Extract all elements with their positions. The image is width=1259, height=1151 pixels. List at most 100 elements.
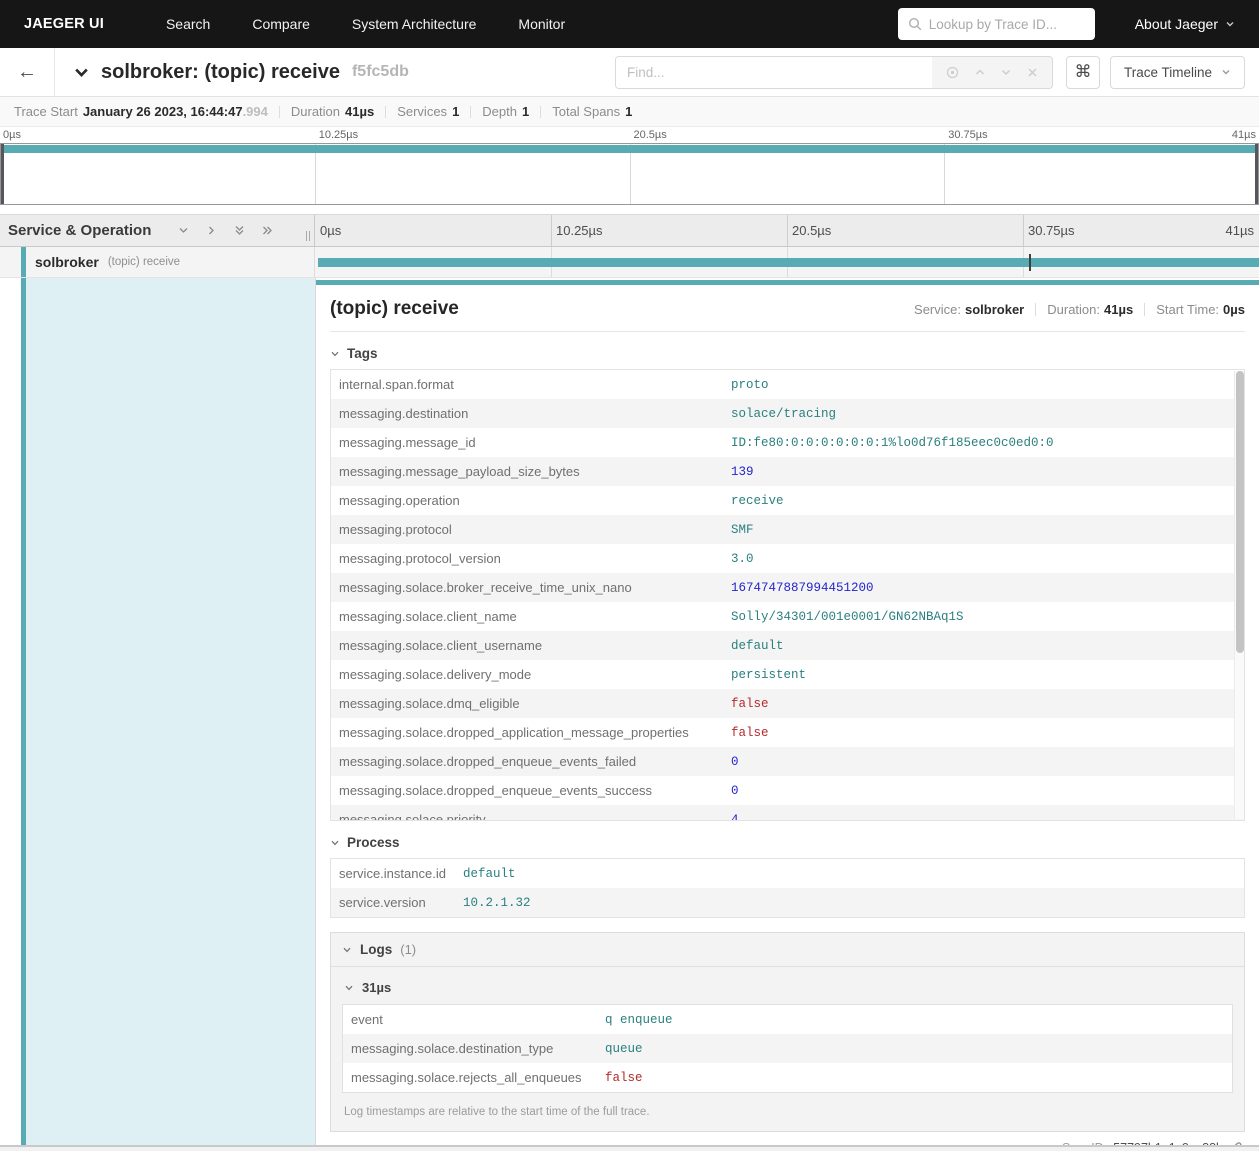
- span-color-accent: [21, 247, 26, 277]
- tag-key: messaging.solace.client_name: [339, 609, 517, 624]
- tags-table: internal.span.format proto messaging.des…: [330, 369, 1245, 821]
- next-match-icon[interactable]: [1000, 66, 1012, 78]
- deep-link-icon[interactable]: [1229, 1141, 1243, 1145]
- process-table: service.instance.id default service.vers…: [330, 858, 1245, 918]
- trace-title-wrap: solbroker: (topic) receive f5fc5db: [73, 61, 409, 84]
- log-fields-table: event q enqueue messaging.solace.destina…: [342, 1004, 1233, 1093]
- process-section-header[interactable]: Process: [330, 835, 1245, 850]
- span-duration-bar[interactable]: [318, 258, 1259, 267]
- gridline: [1023, 215, 1024, 246]
- tag-key: messaging.solace.broker_receive_time_uni…: [339, 580, 632, 595]
- tag-key: messaging.solace.dropped_enqueue_events_…: [339, 754, 637, 769]
- tag-row: messaging.message_id ID:fe80:0:0:0:0:0:0…: [331, 428, 1244, 457]
- log-field-value: q enqueue: [605, 1012, 673, 1027]
- log-field-value: queue: [605, 1041, 643, 1056]
- tag-key: messaging.operation: [339, 493, 460, 508]
- minimap-right-handle[interactable]: [1255, 144, 1258, 204]
- nav-item[interactable]: Monitor: [518, 16, 565, 32]
- nav-item[interactable]: System Architecture: [352, 16, 477, 32]
- find-input[interactable]: [615, 56, 932, 88]
- tags-section-header[interactable]: Tags: [330, 346, 1245, 361]
- tag-row: messaging.protocol SMF: [331, 515, 1244, 544]
- log-event-marker[interactable]: [1028, 254, 1031, 271]
- logs-section-header[interactable]: Logs (1): [331, 933, 1244, 967]
- spacer: [0, 205, 1259, 214]
- log-entry-timestamp: 31µs: [362, 980, 392, 995]
- trace-toolbar: ⌘ Trace Timeline: [614, 55, 1245, 89]
- tags-section-title: Tags: [347, 346, 378, 361]
- log-entry-header[interactable]: 31µs: [344, 980, 1233, 995]
- chevron-down-icon: [1221, 67, 1231, 77]
- nav-item[interactable]: Search: [166, 16, 210, 32]
- process-row: service.instance.id default: [331, 859, 1244, 888]
- log-field-value: false: [605, 1070, 643, 1085]
- span-detail-left-column[interactable]: [0, 278, 315, 1145]
- trace-start-value: January 26 2023, 16:44:47: [82, 104, 243, 119]
- tag-key: messaging.message_payload_size_bytes: [339, 464, 580, 479]
- nav-item[interactable]: Compare: [252, 16, 310, 32]
- minimap-left-handle[interactable]: [1, 144, 4, 204]
- tag-value: receive: [731, 493, 784, 508]
- tag-value: 139: [731, 464, 754, 479]
- tag-key: internal.span.format: [339, 377, 454, 392]
- back-arrow-icon: ←: [17, 60, 37, 83]
- tag-key: messaging.protocol: [339, 522, 452, 537]
- divider: [385, 105, 387, 118]
- span-operation-name: (topic) receive: [107, 256, 181, 268]
- tag-key: messaging.solace.priority: [339, 812, 486, 821]
- span-name-cell[interactable]: solbroker (topic) receive: [0, 247, 315, 277]
- column-resize-grip[interactable]: [306, 231, 310, 241]
- span-row[interactable]: solbroker (topic) receive: [0, 247, 1259, 278]
- process-value: 10.2.1.32: [463, 895, 531, 910]
- minimap-gridline: [943, 144, 945, 204]
- chevron-down-icon: [344, 983, 354, 993]
- tag-row: messaging.solace.client_username default: [331, 631, 1244, 660]
- chevron-down-icon: [342, 945, 352, 955]
- trace-id-lookup[interactable]: [897, 8, 1095, 40]
- trace-view-dropdown[interactable]: Trace Timeline: [1109, 55, 1245, 89]
- scrollbar-thumb[interactable]: [1236, 371, 1244, 654]
- back-button[interactable]: ←: [0, 48, 55, 96]
- start-time-label: Start Time:: [1156, 301, 1220, 317]
- minimap-canvas[interactable]: [0, 143, 1259, 205]
- expand-all-icon[interactable]: [261, 224, 274, 237]
- tag-row: messaging.operation receive: [331, 486, 1244, 515]
- collapse-one-icon[interactable]: [177, 224, 190, 237]
- tick-label: 0µs: [3, 129, 21, 141]
- collapse-controls: [177, 224, 274, 237]
- collapse-chevron-icon[interactable]: [73, 64, 90, 81]
- about-jaeger-menu[interactable]: About Jaeger: [1135, 16, 1235, 32]
- page-bottom-edge: [0, 1146, 1259, 1151]
- span-bar-cell[interactable]: [315, 247, 1259, 277]
- tick-label: 20.5µs: [633, 129, 667, 141]
- process-value: default: [463, 866, 516, 881]
- span-detail-footer: SpanID: 57797b1a1c9ec88b: [330, 1132, 1245, 1145]
- log-field-key: event: [351, 1012, 383, 1027]
- tag-value: 3.0: [731, 551, 754, 566]
- service-value: solbroker: [965, 301, 1025, 317]
- span-id-label: SpanID:: [1062, 1141, 1107, 1145]
- clear-find-icon[interactable]: [1027, 67, 1038, 78]
- chevron-down-icon: [330, 349, 340, 359]
- chevron-down-icon: [1225, 19, 1235, 29]
- process-section-title: Process: [347, 835, 400, 850]
- tags-table-scrollbar[interactable]: [1234, 371, 1244, 819]
- tag-value: ID:fe80:0:0:0:0:0:0:1%lo0d76f185eec0c0ed…: [731, 435, 1054, 450]
- tag-value: Solly/34301/001e0001/GN62NBAq1S: [731, 609, 964, 624]
- divider: [1144, 302, 1146, 316]
- focus-match-icon[interactable]: [946, 66, 959, 79]
- tag-row: messaging.solace.client_name Solly/34301…: [331, 602, 1244, 631]
- span-detail-card: (topic) receive Service: solbroker Durat…: [316, 285, 1259, 1145]
- trace-id-input[interactable]: [928, 16, 1085, 32]
- prev-match-icon[interactable]: [974, 66, 986, 78]
- collapse-all-icon[interactable]: [233, 224, 246, 237]
- trace-meta-bar: Trace Start January 26 2023, 16:44:47 .9…: [0, 97, 1259, 127]
- expand-one-icon[interactable]: [205, 224, 218, 237]
- keyboard-shortcuts-button[interactable]: ⌘: [1065, 55, 1100, 89]
- app-brand[interactable]: JAEGER UI: [24, 16, 104, 32]
- services-value: 1: [452, 104, 460, 119]
- duration-label: Duration: [290, 104, 341, 119]
- log-field-row: messaging.solace.rejects_all_enqueues fa…: [343, 1063, 1232, 1092]
- tick-label: 0µs: [320, 223, 342, 238]
- total-spans-value: 1: [625, 104, 633, 119]
